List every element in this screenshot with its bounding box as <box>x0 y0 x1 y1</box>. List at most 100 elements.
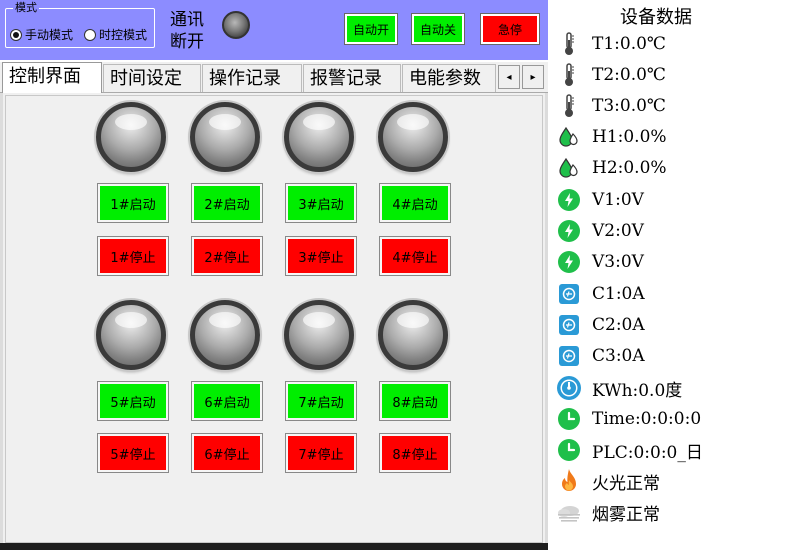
data-row-h1: H1:0.0% <box>556 124 667 150</box>
bottom-window-strip <box>0 543 548 550</box>
humidity-icon <box>556 155 582 181</box>
humidity-icon <box>556 124 582 150</box>
motor-8-start-button[interactable]: 8#启动 <box>379 381 451 421</box>
t2-value: T2:0.0℃ <box>592 65 666 85</box>
voltage-icon <box>556 218 582 244</box>
gauge-icon <box>556 375 582 401</box>
motor-6-start-button[interactable]: 6#启动 <box>191 381 263 421</box>
motor-4-start-button[interactable]: 4#启动 <box>379 183 451 223</box>
h1-value: H1:0.0% <box>592 127 667 147</box>
thermometer-icon <box>556 62 582 88</box>
motor-8-stop-button[interactable]: 8#停止 <box>379 433 451 473</box>
data-row-t2: T2:0.0℃ <box>556 62 666 88</box>
motor-7-stop-button[interactable]: 7#停止 <box>285 433 357 473</box>
data-row-c3: C3:0A <box>556 343 645 369</box>
t1-value: T1:0.0℃ <box>592 34 666 54</box>
v2-value: V2:0V <box>592 221 644 241</box>
manual-mode-label: 手动模式 <box>25 28 74 42</box>
comm-status-lamp-icon <box>222 11 250 39</box>
data-row-t3: T3:0.0℃ <box>556 93 666 119</box>
current-icon <box>556 312 582 338</box>
data-row-smoke: 烟雾正常 <box>556 499 660 525</box>
c2-value: C2:0A <box>592 315 645 335</box>
radio-dot <box>10 28 22 41</box>
arrow-right-icon: ▸ <box>530 71 536 83</box>
motor-1-indicator-lamp-icon <box>96 102 166 172</box>
motor-4-stop-button[interactable]: 4#停止 <box>379 236 451 276</box>
data-row-c1: C1:0A <box>556 281 645 307</box>
data-row-plc: PLC:0:0:0_日 <box>556 437 703 463</box>
motor-5-indicator-lamp-icon <box>96 300 166 370</box>
motor-2-indicator-lamp-icon <box>190 102 260 172</box>
fire-status: 火光正常 <box>592 473 660 494</box>
tab-time-settings[interactable]: 时间设定 <box>103 64 201 92</box>
data-row-c2: C2:0A <box>556 312 645 338</box>
data-row-v3: V3:0V <box>556 249 644 275</box>
control-panel: 1#启动 2#启动 3#启动 4#启动 1#停止 2#停止 3#停止 4#停止 … <box>0 93 548 543</box>
motor-7-start-button[interactable]: 7#启动 <box>285 381 357 421</box>
smoke-status: 烟雾正常 <box>592 504 660 525</box>
thermometer-icon <box>556 93 582 119</box>
motor-6-stop-button[interactable]: 6#停止 <box>191 433 263 473</box>
motor-5-stop-button[interactable]: 5#停止 <box>97 433 169 473</box>
mode-group: 模式 手动模式 时控模式 <box>5 2 155 48</box>
arrow-left-icon: ◂ <box>506 71 512 83</box>
t3-value: T3:0.0℃ <box>592 96 666 116</box>
c3-value: C3:0A <box>592 346 645 366</box>
radio-dot <box>84 28 96 41</box>
voltage-icon <box>556 187 582 213</box>
smoke-icon <box>556 499 582 525</box>
motor-3-stop-button[interactable]: 3#停止 <box>285 236 357 276</box>
motor-2-start-button[interactable]: 2#启动 <box>191 183 263 223</box>
auto-on-button[interactable]: 自动开 <box>344 13 398 45</box>
current-icon <box>556 281 582 307</box>
data-row-v2: V2:0V <box>556 218 644 244</box>
auto-off-button[interactable]: 自动关 <box>411 13 465 45</box>
plc-time-value: PLC:0:0:0_日 <box>592 442 703 463</box>
voltage-icon <box>556 249 582 275</box>
tab-alarm-log[interactable]: 报警记录 <box>303 64 401 92</box>
h2-value: H2:0.0% <box>592 158 667 178</box>
clock-icon <box>556 437 582 463</box>
thermometer-icon <box>556 31 582 57</box>
v3-value: V3:0V <box>592 252 644 272</box>
data-row-v1: V1:0V <box>556 187 644 213</box>
clock-icon <box>556 406 582 432</box>
timer-mode-label: 时控模式 <box>99 28 148 42</box>
kwh-value: KWh:0.0度 <box>592 380 683 401</box>
control-panel-frame: 1#启动 2#启动 3#启动 4#启动 1#停止 2#停止 3#停止 4#停止 … <box>5 95 543 543</box>
data-row-kwh: KWh:0.0度 <box>556 375 682 401</box>
motor-1-stop-button[interactable]: 1#停止 <box>97 236 169 276</box>
motor-1-start-button[interactable]: 1#启动 <box>97 183 169 223</box>
time-value: Time:0:0:0:0 <box>592 409 702 429</box>
motor-3-start-button[interactable]: 3#启动 <box>285 183 357 223</box>
timer-mode-radio[interactable]: 时控模式 <box>84 26 147 43</box>
tab-power-params[interactable]: 电能参数 <box>402 64 496 92</box>
tab-operation-log[interactable]: 操作记录 <box>202 64 302 92</box>
motor-8-indicator-lamp-icon <box>378 300 448 370</box>
comm-status-label: 通讯断开 <box>170 10 204 52</box>
tab-scroll-right-button[interactable]: ▸ <box>522 65 544 89</box>
tab-bar: 控制界面 时间设定 操作记录 报警记录 电能参数 ◂ ▸ <box>0 62 548 93</box>
top-toolbar: 模式 手动模式 时控模式 通讯断开 自动开 自动关 急停 <box>0 0 548 60</box>
emergency-stop-button[interactable]: 急停 <box>480 13 540 45</box>
motor-6-indicator-lamp-icon <box>190 300 260 370</box>
fire-icon <box>556 468 582 494</box>
data-row-h2: H2:0.0% <box>556 155 667 181</box>
v1-value: V1:0V <box>592 190 644 210</box>
current-icon <box>556 343 582 369</box>
motor-4-indicator-lamp-icon <box>378 102 448 172</box>
device-data-title: 设备数据 <box>620 7 692 28</box>
device-data-panel: 设备数据 T1:0.0℃ T2:0.0℃ T3:0.0℃ H1:0.0% H2:… <box>548 0 800 550</box>
tab-control[interactable]: 控制界面 <box>2 62 102 93</box>
mode-group-title: 模式 <box>13 1 39 14</box>
tab-scroll-left-button[interactable]: ◂ <box>498 65 520 89</box>
motor-7-indicator-lamp-icon <box>284 300 354 370</box>
data-row-time: Time:0:0:0:0 <box>556 406 701 432</box>
motor-5-start-button[interactable]: 5#启动 <box>97 381 169 421</box>
motor-2-stop-button[interactable]: 2#停止 <box>191 236 263 276</box>
data-row-t1: T1:0.0℃ <box>556 31 666 57</box>
manual-mode-radio[interactable]: 手动模式 <box>10 26 73 43</box>
c1-value: C1:0A <box>592 284 645 304</box>
motor-3-indicator-lamp-icon <box>284 102 354 172</box>
